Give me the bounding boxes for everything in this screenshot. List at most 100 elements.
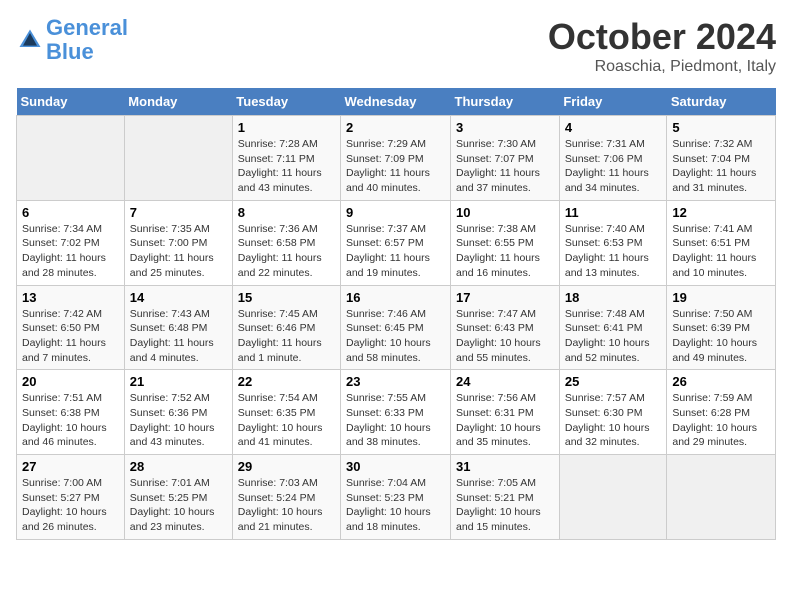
calendar-cell: 8 Sunrise: 7:36 AM Sunset: 6:58 PM Daylig… xyxy=(232,200,340,285)
logo-line1: General xyxy=(46,15,128,40)
header-thursday: Thursday xyxy=(451,88,560,116)
week-row-0: 1 Sunrise: 7:28 AM Sunset: 7:11 PM Daylig… xyxy=(17,116,776,201)
calendar-header: SundayMondayTuesdayWednesdayThursdayFrid… xyxy=(17,88,776,116)
day-number: 7 xyxy=(130,205,227,220)
calendar-cell: 13 Sunrise: 7:42 AM Sunset: 6:50 PM Dayli… xyxy=(17,285,125,370)
day-info: Sunrise: 7:29 AM Sunset: 7:09 PM Dayligh… xyxy=(346,137,445,196)
day-info: Sunrise: 7:28 AM Sunset: 7:11 PM Dayligh… xyxy=(238,137,335,196)
day-number: 23 xyxy=(346,374,445,389)
calendar-cell: 5Sunrise: 7:32 AM Sunset: 7:04 PM Daylig… xyxy=(667,116,776,201)
calendar-cell: 3Sunrise: 7:30 AM Sunset: 7:07 PM Daylig… xyxy=(451,116,560,201)
day-number: 8 xyxy=(238,205,335,220)
header-friday: Friday xyxy=(559,88,667,116)
day-info: Sunrise: 7:59 AM Sunset: 6:28 PM Dayligh… xyxy=(672,391,770,450)
day-info: Sunrise: 7:56 AM Sunset: 6:31 PM Dayligh… xyxy=(456,391,554,450)
day-info: Sunrise: 7:45 AM Sunset: 6:46 PM Dayligh… xyxy=(238,307,335,366)
header-saturday: Saturday xyxy=(667,88,776,116)
title-block: October 2024 Roaschia, Piedmont, Italy xyxy=(548,16,776,76)
calendar-cell: 7 Sunrise: 7:35 AM Sunset: 7:00 PM Daylig… xyxy=(124,200,232,285)
day-number: 25 xyxy=(565,374,662,389)
day-number: 4 xyxy=(565,120,662,135)
calendar-table: SundayMondayTuesdayWednesdayThursdayFrid… xyxy=(16,88,776,540)
week-row-2: 13 Sunrise: 7:42 AM Sunset: 6:50 PM Dayli… xyxy=(17,285,776,370)
page-header: General Blue October 2024 Roaschia, Pied… xyxy=(16,16,776,76)
calendar-body: 1 Sunrise: 7:28 AM Sunset: 7:11 PM Daylig… xyxy=(17,116,776,540)
day-number: 16 xyxy=(346,290,445,305)
day-info: Sunrise: 7:42 AM Sunset: 6:50 PM Dayligh… xyxy=(22,307,119,366)
day-info: Sunrise: 7:38 AM Sunset: 6:55 PM Dayligh… xyxy=(456,222,554,281)
calendar-cell: 29 Sunrise: 7:03 AM Sunset: 5:24 PM Dayli… xyxy=(232,455,340,540)
day-number: 2 xyxy=(346,120,445,135)
calendar-cell: 16 Sunrise: 7:46 AM Sunset: 6:45 PM Dayli… xyxy=(341,285,451,370)
day-info: Sunrise: 7:03 AM Sunset: 5:24 PM Dayligh… xyxy=(238,476,335,535)
week-row-3: 20Sunrise: 7:51 AM Sunset: 6:38 PM Dayli… xyxy=(17,370,776,455)
calendar-cell xyxy=(17,116,125,201)
header-wednesday: Wednesday xyxy=(341,88,451,116)
calendar-cell: 23Sunrise: 7:55 AM Sunset: 6:33 PM Dayli… xyxy=(341,370,451,455)
day-number: 11 xyxy=(565,205,662,220)
logo: General Blue xyxy=(16,16,128,64)
calendar-cell: 31 Sunrise: 7:05 AM Sunset: 5:21 PM Dayli… xyxy=(451,455,560,540)
calendar-cell: 1 Sunrise: 7:28 AM Sunset: 7:11 PM Daylig… xyxy=(232,116,340,201)
day-number: 24 xyxy=(456,374,554,389)
day-number: 18 xyxy=(565,290,662,305)
calendar-cell: 28 Sunrise: 7:01 AM Sunset: 5:25 PM Dayli… xyxy=(124,455,232,540)
logo-text: General Blue xyxy=(46,16,128,64)
calendar-cell: 21Sunrise: 7:52 AM Sunset: 6:36 PM Dayli… xyxy=(124,370,232,455)
day-number: 17 xyxy=(456,290,554,305)
month-title: October 2024 xyxy=(548,16,776,58)
calendar-cell: 14 Sunrise: 7:43 AM Sunset: 6:48 PM Dayli… xyxy=(124,285,232,370)
calendar-cell: 15 Sunrise: 7:45 AM Sunset: 6:46 PM Dayli… xyxy=(232,285,340,370)
calendar-cell: 26 Sunrise: 7:59 AM Sunset: 6:28 PM Dayli… xyxy=(667,370,776,455)
day-number: 3 xyxy=(456,120,554,135)
day-number: 1 xyxy=(238,120,335,135)
day-number: 6 xyxy=(22,205,119,220)
week-row-4: 27Sunrise: 7:00 AM Sunset: 5:27 PM Dayli… xyxy=(17,455,776,540)
day-info: Sunrise: 7:35 AM Sunset: 7:00 PM Dayligh… xyxy=(130,222,227,281)
day-number: 31 xyxy=(456,459,554,474)
calendar-cell xyxy=(124,116,232,201)
week-row-1: 6 Sunrise: 7:34 AM Sunset: 7:02 PM Daylig… xyxy=(17,200,776,285)
day-info: Sunrise: 7:32 AM Sunset: 7:04 PM Dayligh… xyxy=(672,137,770,196)
day-info: Sunrise: 7:05 AM Sunset: 5:21 PM Dayligh… xyxy=(456,476,554,535)
day-number: 26 xyxy=(672,374,770,389)
calendar-cell xyxy=(559,455,667,540)
calendar-cell xyxy=(667,455,776,540)
day-number: 15 xyxy=(238,290,335,305)
calendar-cell: 11 Sunrise: 7:40 AM Sunset: 6:53 PM Dayli… xyxy=(559,200,667,285)
calendar-cell: 9Sunrise: 7:37 AM Sunset: 6:57 PM Daylig… xyxy=(341,200,451,285)
header-sunday: Sunday xyxy=(17,88,125,116)
calendar-cell: 30 Sunrise: 7:04 AM Sunset: 5:23 PM Dayli… xyxy=(341,455,451,540)
day-number: 13 xyxy=(22,290,119,305)
calendar-cell: 10 Sunrise: 7:38 AM Sunset: 6:55 PM Dayli… xyxy=(451,200,560,285)
day-info: Sunrise: 7:43 AM Sunset: 6:48 PM Dayligh… xyxy=(130,307,227,366)
day-info: Sunrise: 7:01 AM Sunset: 5:25 PM Dayligh… xyxy=(130,476,227,535)
day-number: 30 xyxy=(346,459,445,474)
calendar-cell: 19Sunrise: 7:50 AM Sunset: 6:39 PM Dayli… xyxy=(667,285,776,370)
day-number: 29 xyxy=(238,459,335,474)
header-monday: Monday xyxy=(124,88,232,116)
day-number: 27 xyxy=(22,459,119,474)
day-info: Sunrise: 7:50 AM Sunset: 6:39 PM Dayligh… xyxy=(672,307,770,366)
calendar-cell: 17 Sunrise: 7:47 AM Sunset: 6:43 PM Dayli… xyxy=(451,285,560,370)
day-info: Sunrise: 7:31 AM Sunset: 7:06 PM Dayligh… xyxy=(565,137,662,196)
day-info: Sunrise: 7:04 AM Sunset: 5:23 PM Dayligh… xyxy=(346,476,445,535)
calendar-cell: 12 Sunrise: 7:41 AM Sunset: 6:51 PM Dayli… xyxy=(667,200,776,285)
header-tuesday: Tuesday xyxy=(232,88,340,116)
day-info: Sunrise: 7:46 AM Sunset: 6:45 PM Dayligh… xyxy=(346,307,445,366)
day-info: Sunrise: 7:54 AM Sunset: 6:35 PM Dayligh… xyxy=(238,391,335,450)
day-number: 14 xyxy=(130,290,227,305)
day-info: Sunrise: 7:48 AM Sunset: 6:41 PM Dayligh… xyxy=(565,307,662,366)
day-number: 10 xyxy=(456,205,554,220)
day-number: 28 xyxy=(130,459,227,474)
calendar-cell: 27Sunrise: 7:00 AM Sunset: 5:27 PM Dayli… xyxy=(17,455,125,540)
calendar-cell: 2 Sunrise: 7:29 AM Sunset: 7:09 PM Daylig… xyxy=(341,116,451,201)
day-info: Sunrise: 7:36 AM Sunset: 6:58 PM Dayligh… xyxy=(238,222,335,281)
day-info: Sunrise: 7:51 AM Sunset: 6:38 PM Dayligh… xyxy=(22,391,119,450)
day-info: Sunrise: 7:40 AM Sunset: 6:53 PM Dayligh… xyxy=(565,222,662,281)
day-info: Sunrise: 7:34 AM Sunset: 7:02 PM Dayligh… xyxy=(22,222,119,281)
day-info: Sunrise: 7:47 AM Sunset: 6:43 PM Dayligh… xyxy=(456,307,554,366)
day-info: Sunrise: 7:41 AM Sunset: 6:51 PM Dayligh… xyxy=(672,222,770,281)
logo-icon xyxy=(16,26,44,54)
day-number: 12 xyxy=(672,205,770,220)
